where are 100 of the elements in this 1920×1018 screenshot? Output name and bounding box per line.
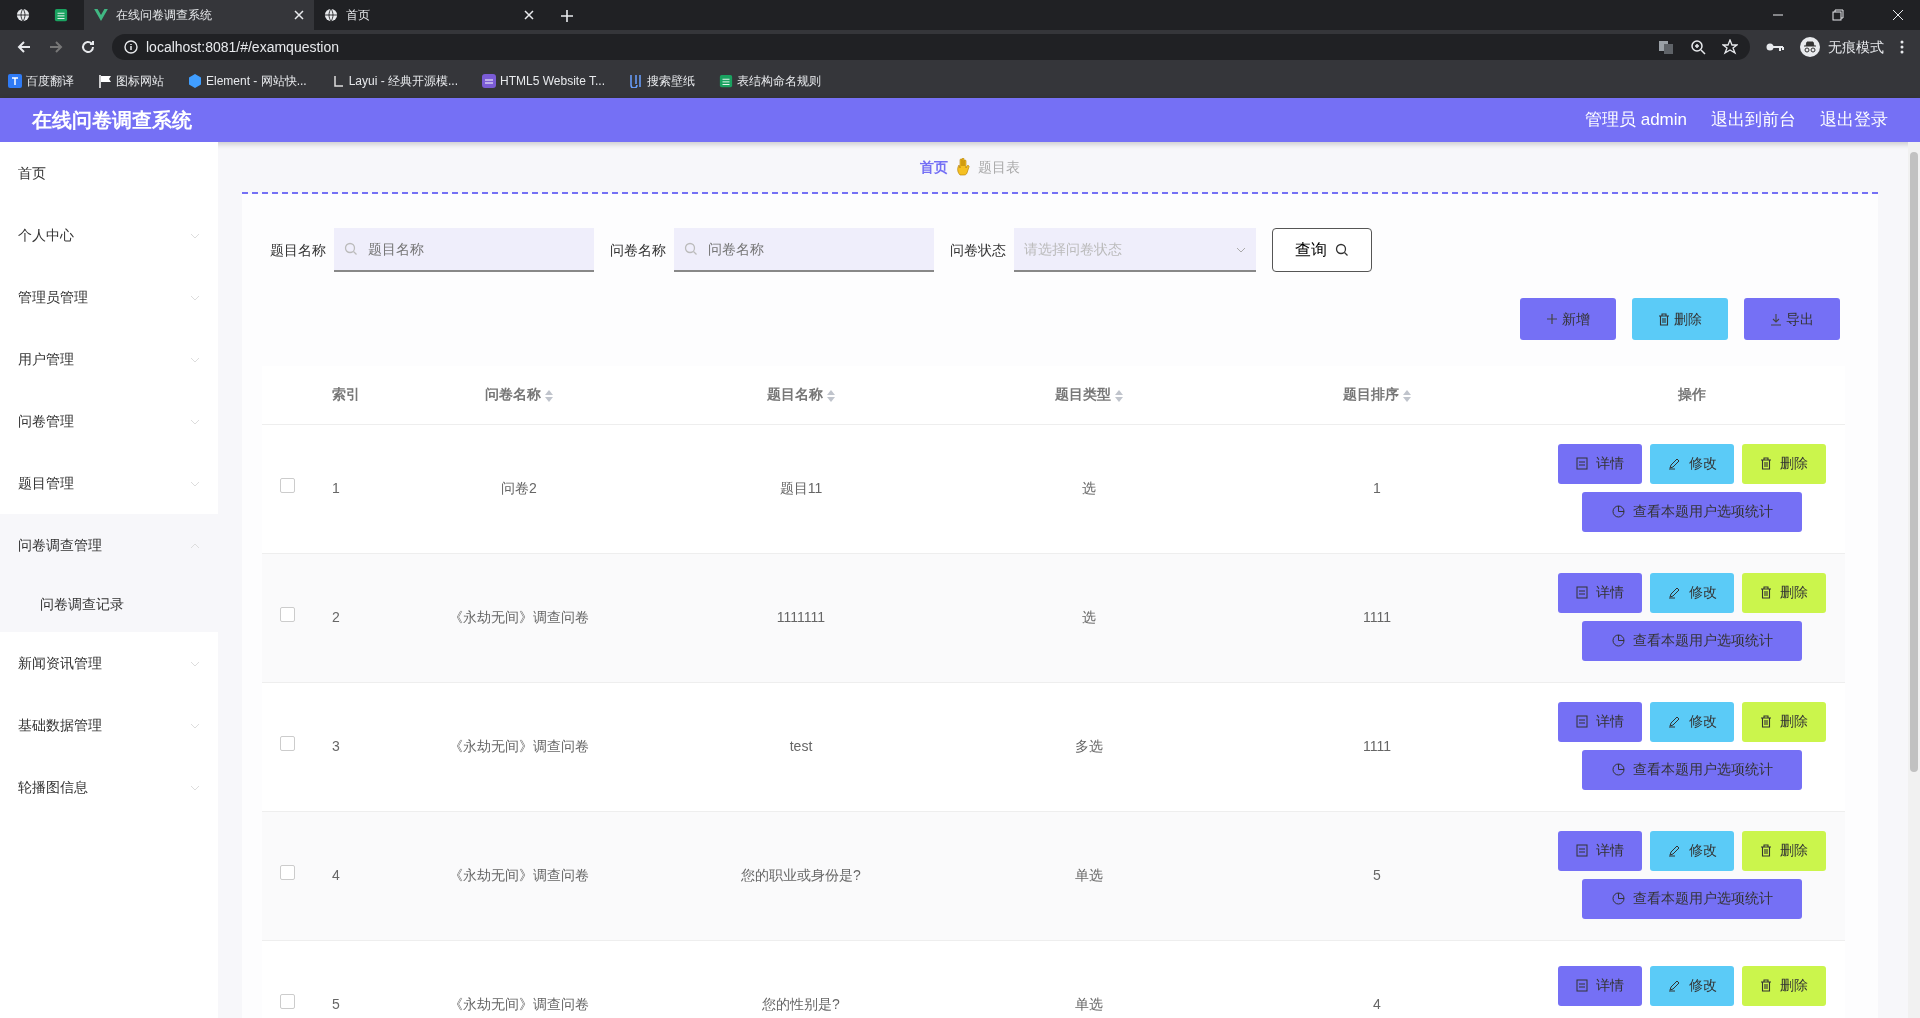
table-cell: 您的性别是?	[762, 996, 840, 1012]
table-cell: 题目11	[779, 480, 823, 496]
sidebar-item[interactable]: 个人中心	[18, 224, 74, 246]
pencil-icon	[1667, 715, 1681, 728]
sidebar-item[interactable]: 轮播图信息	[18, 776, 88, 798]
edit-button[interactable]: 修改	[1650, 701, 1734, 742]
row-checkbox[interactable]	[279, 865, 295, 880]
v-logo-icon	[94, 9, 108, 21]
column-header: 操作	[1678, 386, 1706, 403]
bookmark[interactable]: Element - 网站快...	[188, 72, 307, 90]
search-icon	[684, 242, 698, 256]
close-icon[interactable]	[1892, 9, 1904, 21]
bookmark[interactable]: 表结构命名规则	[719, 72, 821, 90]
key-icon[interactable]	[1766, 41, 1784, 53]
table-cell: 2	[332, 609, 340, 625]
header-link[interactable]: 管理员 admin	[1584, 107, 1687, 133]
table-cell: 《永劫无间》调查问卷	[449, 867, 589, 883]
chevron-down-icon	[190, 480, 200, 487]
document-icon	[1576, 715, 1588, 728]
browser-tab[interactable]: 首页	[314, 0, 544, 30]
filter-label: 题目名称	[270, 240, 326, 260]
forward-icon[interactable]	[48, 39, 64, 55]
browser-tab[interactable]: 在线问卷调查系统	[84, 0, 314, 30]
table-cell: 1111	[1363, 738, 1391, 754]
sidebar-item[interactable]: 问卷管理	[18, 410, 74, 432]
bookmark[interactable]: Layui - 经典开源模...	[330, 72, 459, 90]
header-link[interactable]: 退出到前台	[1711, 107, 1796, 133]
globe-icon	[324, 8, 338, 22]
search-field[interactable]: 问卷名称	[674, 228, 934, 272]
row-checkbox[interactable]	[279, 736, 295, 751]
delete-button[interactable]: 删除	[1742, 701, 1826, 742]
pie-chart-icon	[1611, 634, 1625, 647]
row-checkbox[interactable]	[279, 478, 295, 493]
edit-button[interactable]: 修改	[1650, 830, 1734, 871]
close-icon[interactable]	[294, 10, 304, 20]
more-icon[interactable]	[1900, 40, 1904, 54]
pencil-icon	[1667, 586, 1681, 599]
download-icon	[1770, 312, 1782, 326]
table-cell: 5	[1373, 867, 1381, 883]
close-icon[interactable]	[524, 10, 534, 20]
sidebar-item[interactable]: 首页	[18, 162, 46, 184]
sidebar-item[interactable]: 问卷调查管理	[18, 534, 102, 556]
column-header[interactable]: 题目名称	[767, 386, 823, 403]
table-cell: test	[789, 738, 813, 754]
search-field[interactable]: 题目名称	[334, 228, 594, 272]
table-cell: 3	[332, 738, 340, 754]
filter-label: 问卷状态	[950, 240, 1006, 260]
info-icon[interactable]	[124, 40, 138, 54]
bookmark[interactable]: 图标网站	[98, 72, 164, 90]
chevron-down-icon	[190, 722, 200, 729]
incognito-icon[interactable]	[1800, 37, 1820, 57]
breadcrumb-item[interactable]: 首页	[920, 156, 948, 178]
column-header[interactable]: 问卷名称	[485, 386, 541, 403]
sidebar-subitem[interactable]: 问卷调查记录	[40, 593, 124, 615]
table-cell: 5	[332, 996, 340, 1012]
scrollbar-thumb[interactable]	[1910, 152, 1918, 772]
trash-icon	[1760, 844, 1772, 857]
address-bar[interactable]: localhost:8081/#/examquestion	[112, 34, 1750, 60]
pencil-icon	[1667, 457, 1681, 470]
sidebar-item[interactable]: 管理员管理	[18, 286, 88, 308]
row-checkbox[interactable]	[279, 994, 295, 1009]
filter-label: 问卷名称	[610, 240, 666, 260]
search-button[interactable]: 查询	[1272, 228, 1372, 272]
document-icon	[1576, 979, 1588, 992]
header-link[interactable]: 退出登录	[1820, 107, 1888, 133]
zoom-icon[interactable]	[1690, 39, 1706, 55]
search-input[interactable]: 题目名称	[366, 237, 584, 261]
sheet-icon	[54, 8, 68, 22]
sidebar-item[interactable]: 基础数据管理	[18, 714, 102, 736]
sheet-icon	[719, 74, 733, 88]
trash-icon	[1760, 457, 1772, 470]
delete-button[interactable]: 删除	[1742, 830, 1826, 871]
bookmark[interactable]: 搜索壁纸	[629, 72, 695, 90]
pie-chart-icon	[1611, 763, 1625, 776]
chevron-down-icon	[190, 784, 200, 791]
table-cell: 4	[332, 867, 340, 883]
delete-button[interactable]: 删除	[1632, 298, 1728, 340]
search-input[interactable]: 问卷名称	[706, 237, 924, 261]
bookmark[interactable]: 百度翻译	[8, 72, 74, 90]
column-header[interactable]: 题目类型	[1055, 386, 1111, 403]
delete-button[interactable]: 删除	[1742, 965, 1826, 1006]
row-checkbox[interactable]	[279, 607, 295, 622]
sidebar-item[interactable]: 用户管理	[18, 348, 74, 370]
new-tab-icon[interactable]	[560, 8, 574, 23]
bookmark[interactable]: HTML5 Website T...	[482, 72, 605, 90]
column-header[interactable]: 题目排序	[1343, 386, 1399, 403]
delete-button[interactable]: 删除	[1742, 443, 1826, 484]
translate-icon[interactable]	[1658, 39, 1674, 55]
flag-icon	[98, 74, 112, 88]
edit-button[interactable]: 修改	[1650, 965, 1734, 1006]
profile-label: 无痕模式	[1828, 37, 1884, 57]
back-icon[interactable]	[16, 39, 32, 55]
delete-button[interactable]: 删除	[1742, 572, 1826, 613]
sidebar-item[interactable]: 题目管理	[18, 472, 74, 494]
reload-icon[interactable]	[80, 39, 96, 55]
restore-icon[interactable]	[1832, 9, 1844, 21]
edit-button[interactable]: 修改	[1650, 572, 1734, 613]
sidebar-item[interactable]: 新闻资讯管理	[18, 652, 102, 674]
edit-button[interactable]: 修改	[1650, 443, 1734, 484]
star-icon[interactable]	[1722, 39, 1738, 55]
